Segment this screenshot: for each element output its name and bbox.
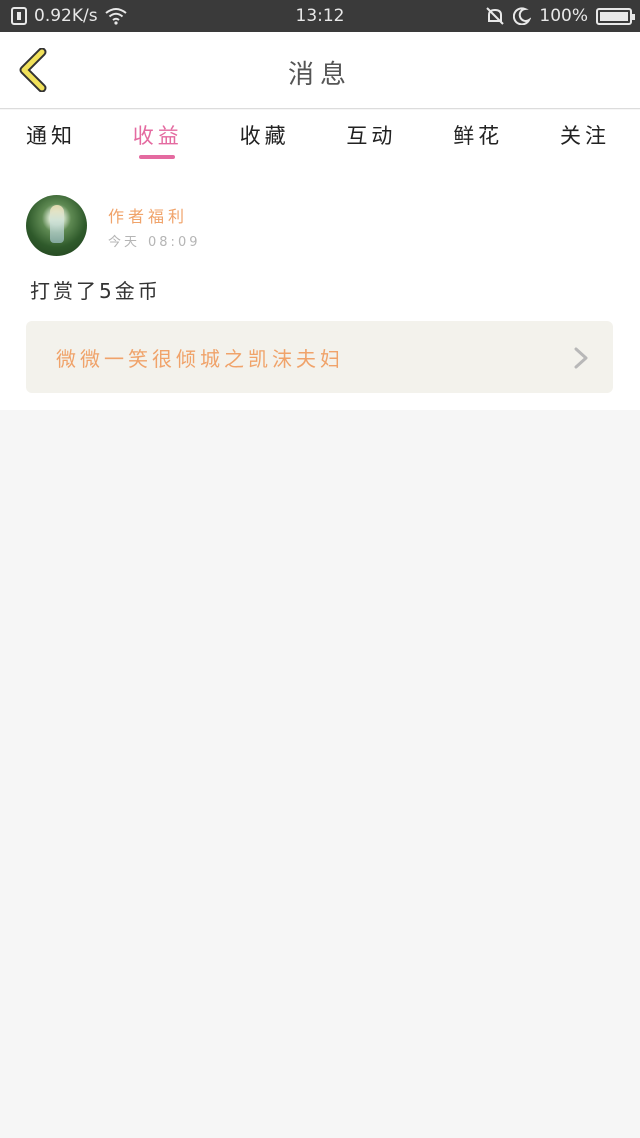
avatar-figure — [50, 205, 64, 243]
book-link-card[interactable]: 微微一笑很倾城之凯沫夫妇 — [26, 321, 613, 393]
tab-earnings[interactable]: 收益 — [133, 110, 183, 162]
author-name[interactable]: 作者福利 — [108, 203, 188, 227]
status-right: 100% — [485, 6, 635, 26]
message-item: 作者福利 今天 08:09 打赏了5金币 微微一笑很倾城之凯沫夫妇 — [0, 162, 640, 410]
battery-percent: 100% — [539, 6, 588, 26]
battery-icon — [596, 7, 635, 25]
tab-notifications[interactable]: 通知 — [26, 110, 76, 162]
message-text: 打赏了5金币 — [30, 279, 161, 303]
header-bar: 消息 — [0, 32, 640, 109]
post-time: 今天 08:09 — [108, 231, 208, 250]
book-title: 微微一笑很倾城之凯沫夫妇 — [56, 347, 344, 371]
tab-favorites[interactable]: 收藏 — [240, 110, 290, 162]
tab-flowers[interactable]: 鲜花 — [453, 110, 503, 162]
avatar[interactable] — [26, 195, 87, 256]
post-time-day: 今天 — [108, 235, 141, 250]
mute-icon — [486, 7, 505, 25]
tab-following[interactable]: 关注 — [560, 110, 610, 162]
status-bar: 0.92K/s 13:12 100% — [0, 0, 640, 32]
chevron-right-icon — [574, 347, 588, 369]
tab-bar: 通知 收益 收藏 互动 鲜花 关注 — [0, 110, 640, 162]
page-title: 消息 — [287, 60, 352, 90]
tab-interactions[interactable]: 互动 — [346, 110, 396, 162]
moon-icon — [513, 7, 532, 25]
post-time-clock: 08:09 — [148, 235, 201, 250]
